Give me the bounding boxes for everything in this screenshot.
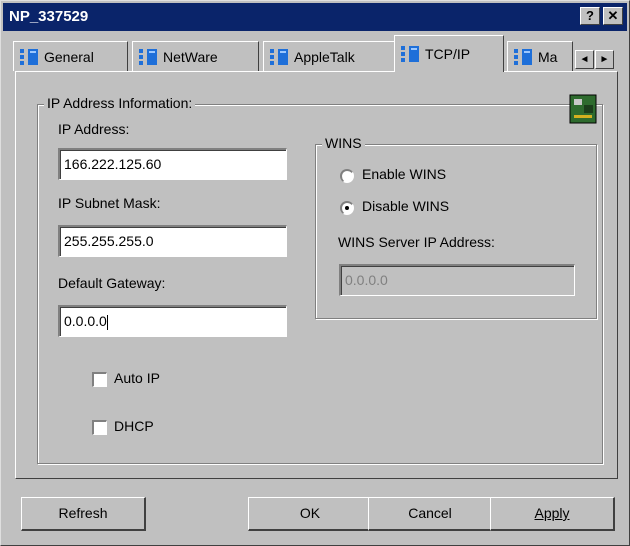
default-gateway-field[interactable]: 0.0.0.0 [58,305,287,337]
tab-tcpip[interactable]: TCP/IP [394,35,504,72]
tab-general[interactable]: General [13,41,128,71]
wins-server-label: WINS Server IP Address: [338,234,495,250]
tab-label: TCP/IP [425,46,471,62]
disable-wins-radio[interactable] [340,201,354,215]
tab-netware[interactable]: NetWare [132,41,259,71]
network-icon [20,49,38,65]
network-icon [401,46,419,62]
ip-address-label: IP Address: [58,121,130,137]
auto-ip-label[interactable]: Auto IP [114,370,160,386]
auto-ip-checkbox[interactable] [92,372,107,387]
default-gateway-label: Default Gateway: [58,275,166,291]
ip-group-title: IP Address Information: [44,95,196,111]
dhcp-label[interactable]: DHCP [114,418,154,434]
tab-label: NetWare [163,49,218,65]
window-title: NP_337529 [9,8,89,25]
tab-label: Ma [538,49,558,65]
ip-address-field[interactable]: 166.222.125.60 [58,148,287,180]
refresh-button[interactable]: Refresh [21,497,146,531]
subnet-mask-field[interactable]: 255.255.255.0 [58,225,287,257]
gateway-value: 0.0.0.0 [64,313,107,329]
wins-server-field[interactable]: 0.0.0.0 [339,264,575,296]
wins-group-title: WINS [322,135,365,151]
help-button[interactable]: ? [580,7,600,25]
network-card-icon [569,94,597,124]
tcpip-properties-dialog: NP_337529 ? ✕ General NetWare AppleTalk … [0,0,630,546]
close-button[interactable]: ✕ [603,7,623,25]
disable-wins-label[interactable]: Disable WINS [362,198,449,214]
cancel-button[interactable]: Cancel [368,497,493,531]
tab-scroll-right-button[interactable]: ► [595,50,614,69]
enable-wins-label[interactable]: Enable WINS [362,166,446,182]
tab-label: General [44,49,94,65]
title-bar[interactable]: NP_337529 ? ✕ [3,3,627,31]
subnet-mask-label: IP Subnet Mask: [58,195,161,211]
dhcp-checkbox[interactable] [92,420,107,435]
text-cursor [106,314,108,330]
apply-button[interactable]: Apply [490,497,615,531]
radio-selected-dot [345,206,349,210]
tab-ma[interactable]: Ma [507,41,573,71]
network-icon [270,49,288,65]
enable-wins-radio[interactable] [340,169,354,183]
ok-button[interactable]: OK [248,497,373,531]
network-icon [139,49,157,65]
tab-appletalk[interactable]: AppleTalk [263,41,396,71]
tab-scroll-left-button[interactable]: ◄ [575,50,594,69]
tab-label: AppleTalk [294,49,355,65]
network-icon [514,49,532,65]
